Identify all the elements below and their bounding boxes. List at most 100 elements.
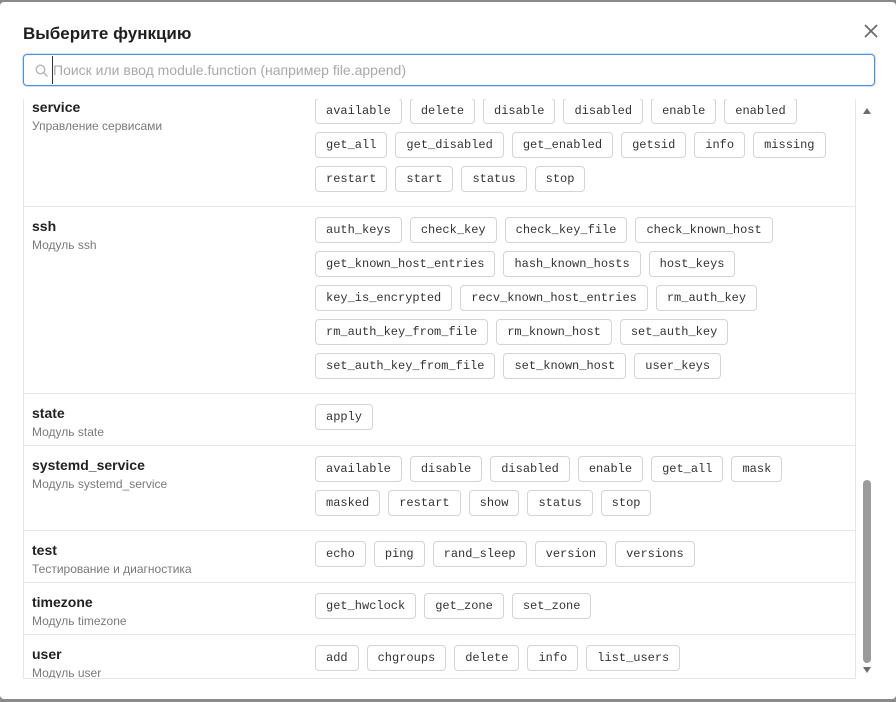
function-chip-get-all[interactable]: get_all — [315, 132, 388, 158]
function-chips: add chgroups delete info list_users — [315, 645, 855, 678]
function-chip-check-known-host[interactable]: check_known_host — [635, 217, 773, 243]
module-description: Управление сервисами — [32, 119, 163, 133]
function-chip-get-hwclock[interactable]: get_hwclock — [315, 593, 417, 619]
function-chip-rand-sleep[interactable]: rand_sleep — [432, 541, 527, 567]
module-info: state Модуль state — [24, 404, 315, 439]
function-chip-check-key[interactable]: check_key — [409, 217, 497, 243]
function-chip-disable[interactable]: disable — [409, 456, 483, 482]
module-row-user: user Модуль user add chgroups delete info list… — [24, 635, 855, 679]
search-input[interactable] — [52, 56, 852, 84]
function-chip-key-is-encrypted[interactable]: key_is_encrypted — [315, 285, 453, 311]
module-name: ssh — [32, 218, 57, 234]
module-description: Модуль timezone — [32, 614, 127, 628]
function-chip-set-auth-key[interactable]: set_auth_key — [619, 319, 729, 345]
select-function-dialog: Выберите функцию service Управление серви… — [0, 2, 896, 699]
function-chip-delete[interactable]: delete — [454, 645, 520, 671]
function-chips: apply — [315, 404, 855, 439]
close-button[interactable] — [860, 20, 882, 42]
function-chip-status[interactable]: status — [461, 166, 527, 192]
function-list[interactable]: service Управление сервисами available dele… — [23, 99, 856, 679]
function-chip-rm-auth-key-from-file[interactable]: rm_auth_key_from_file — [315, 319, 489, 345]
scroll-thumb[interactable] — [863, 480, 871, 663]
module-info: service Управление сервисами — [24, 99, 315, 200]
module-name: timezone — [32, 594, 93, 610]
function-chip-delete[interactable]: delete — [409, 99, 476, 124]
module-info: test Тестирование и диагностика — [24, 541, 315, 576]
function-chip-host-keys[interactable]: host_keys — [648, 251, 736, 277]
function-chip-start[interactable]: start — [395, 166, 454, 192]
function-chip-get-zone[interactable]: get_zone — [424, 593, 504, 619]
function-chip-versions[interactable]: versions — [615, 541, 695, 567]
scrollbar[interactable] — [861, 105, 873, 679]
scroll-down-arrow-icon[interactable] — [863, 667, 871, 673]
function-chip-masked[interactable]: masked — [315, 490, 381, 516]
module-description: Модуль state — [32, 425, 104, 439]
function-chip-missing[interactable]: missing — [753, 132, 826, 158]
module-name: user — [32, 646, 62, 662]
function-chip-check-key-file[interactable]: check_key_file — [504, 217, 628, 243]
function-chip-getsid[interactable]: getsid — [621, 132, 687, 158]
function-chip-rm-known-host[interactable]: rm_known_host — [496, 319, 612, 345]
function-chip-disable[interactable]: disable — [483, 99, 556, 124]
function-chip-apply[interactable]: apply — [315, 404, 374, 430]
function-chip-chgroups[interactable]: chgroups — [366, 645, 447, 671]
function-chip-user-keys[interactable]: user_keys — [634, 353, 722, 379]
function-chips: available delete disable disabled enable enab… — [315, 99, 855, 200]
module-info: timezone Модуль timezone — [24, 593, 315, 628]
module-name: state — [32, 405, 65, 421]
module-name: test — [32, 542, 57, 558]
function-chip-disabled[interactable]: disabled — [490, 456, 570, 482]
module-row-systemd_service: systemd_service Модуль systemd_service ava… — [24, 446, 855, 531]
search-icon — [35, 64, 48, 77]
function-chip-available[interactable]: available — [315, 99, 402, 124]
function-chip-get-enabled[interactable]: get_enabled — [511, 132, 614, 158]
function-chip-stop[interactable]: stop — [600, 490, 652, 516]
function-chip-show[interactable]: show — [468, 490, 520, 516]
module-description: Модуль ssh — [32, 238, 97, 252]
function-chip-rm-auth-key[interactable]: rm_auth_key — [655, 285, 758, 311]
function-chip-stop[interactable]: stop — [534, 166, 586, 192]
function-chip-hash-known-hosts[interactable]: hash_known_hosts — [503, 251, 641, 277]
function-chip-version[interactable]: version — [534, 541, 608, 567]
module-info: systemd_service Модуль systemd_service — [24, 456, 315, 524]
function-chip-mask[interactable]: mask — [731, 456, 783, 482]
function-chip-restart[interactable]: restart — [388, 490, 461, 516]
function-chip-recv-known-host-entries[interactable]: recv_known_host_entries — [460, 285, 648, 311]
function-chip-list-users[interactable]: list_users — [586, 645, 681, 671]
module-name: service — [32, 99, 81, 115]
function-chip-add[interactable]: add — [315, 645, 359, 671]
module-info: user Модуль user — [24, 645, 315, 679]
function-chip-echo[interactable]: echo — [315, 541, 366, 567]
function-chip-get-known-host-entries[interactable]: get_known_host_entries — [315, 251, 496, 277]
function-chip-set-zone[interactable]: set_zone — [511, 593, 592, 619]
function-chip-disabled[interactable]: disabled — [563, 99, 644, 124]
function-chip-enable[interactable]: enable — [577, 456, 644, 482]
function-chip-set-auth-key-from-file[interactable]: set_auth_key_from_file — [315, 353, 496, 379]
function-chip-restart[interactable]: restart — [315, 166, 388, 192]
module-row-state: state Модуль state apply — [24, 394, 855, 446]
module-list: service Управление сервисами available dele… — [24, 99, 855, 679]
function-chip-get-all[interactable]: get_all — [651, 456, 724, 482]
scroll-up-arrow-icon[interactable] — [863, 108, 871, 114]
function-chips: echo ping rand_sleep version versions — [315, 541, 855, 576]
search-field[interactable] — [23, 54, 875, 86]
dialog-title: Выберите функцию — [23, 24, 192, 43]
function-chip-available[interactable]: available — [315, 456, 402, 482]
function-chip-enable[interactable]: enable — [651, 99, 717, 124]
function-chip-ping[interactable]: ping — [373, 541, 425, 567]
function-chip-get-disabled[interactable]: get_disabled — [395, 132, 504, 158]
function-chip-info[interactable]: info — [527, 645, 579, 671]
module-description: Модуль user — [32, 666, 102, 679]
module-name: systemd_service — [32, 457, 145, 473]
function-chip-status[interactable]: status — [527, 490, 593, 516]
module-description: Модуль systemd_service — [32, 477, 168, 491]
module-info: ssh Модуль ssh — [24, 217, 315, 387]
close-icon — [864, 24, 878, 38]
function-chip-auth-keys[interactable]: auth_keys — [315, 217, 402, 243]
module-row-test: test Тестирование и диагностика echo ping ra… — [24, 531, 855, 583]
function-chip-set-known-host[interactable]: set_known_host — [503, 353, 627, 379]
function-chip-info[interactable]: info — [694, 132, 746, 158]
module-row-timezone: timezone Модуль timezone get_hwclock get_zo… — [24, 583, 855, 635]
function-chip-enabled[interactable]: enabled — [724, 99, 797, 124]
module-row-service: service Управление сервисами available dele… — [24, 99, 855, 207]
